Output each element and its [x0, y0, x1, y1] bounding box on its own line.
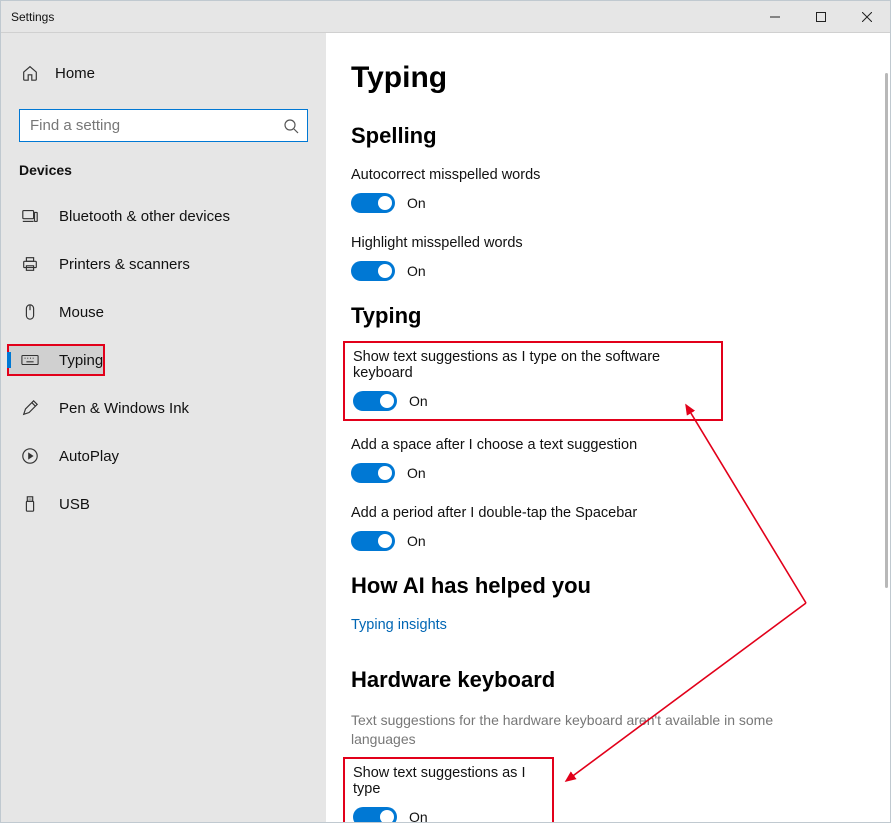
nav-home-label: Home	[55, 65, 95, 82]
window-title: Settings	[1, 10, 54, 24]
toggle-suggestions[interactable]	[353, 391, 397, 411]
nav-typing[interactable]: Typing	[7, 344, 105, 376]
printer-icon	[21, 255, 39, 273]
devices-icon	[21, 207, 39, 225]
setting-suggestions: Show text suggestions as I type on the s…	[353, 349, 713, 411]
setting-space: Add a space after I choose a text sugges…	[351, 437, 850, 483]
section-typing-title: Typing	[351, 303, 850, 329]
toggle-space[interactable]	[351, 463, 395, 483]
annotation-box-1: Show text suggestions as I type on the s…	[343, 341, 723, 421]
setting-highlight: Highlight misspelled words On	[351, 235, 850, 281]
hardware-desc: Text suggestions for the hardware keyboa…	[351, 711, 791, 749]
setting-label: Autocorrect misspelled words	[351, 167, 850, 183]
annotation-box-2: Show text suggestions as I type On	[343, 757, 554, 822]
keyboard-icon	[21, 351, 39, 369]
section-hardware-title: Hardware keyboard	[351, 667, 850, 693]
scrollbar[interactable]	[885, 73, 888, 588]
nav-autoplay[interactable]: AutoPlay	[1, 432, 326, 480]
setting-hw-suggestions: Show text suggestions as I type On	[353, 765, 544, 822]
sidebar: Home Devices Bluetooth & other devices P…	[1, 33, 326, 822]
setting-label: Show text suggestions as I type	[353, 765, 544, 797]
toggle-state: On	[409, 809, 428, 822]
maximize-button[interactable]	[798, 1, 844, 33]
toggle-state: On	[407, 195, 426, 211]
nav-printers[interactable]: Printers & scanners	[1, 240, 326, 288]
pen-icon	[21, 399, 39, 417]
autoplay-icon	[21, 447, 39, 465]
toggle-state: On	[407, 263, 426, 279]
setting-label: Add a period after I double-tap the Spac…	[351, 505, 850, 521]
toggle-autocorrect[interactable]	[351, 193, 395, 213]
page-title: Typing	[351, 61, 850, 95]
minimize-button[interactable]	[752, 1, 798, 33]
nav-label: Pen & Windows Ink	[59, 400, 189, 417]
nav-label: Mouse	[59, 304, 104, 321]
setting-period: Add a period after I double-tap the Spac…	[351, 505, 850, 551]
nav-label: Typing	[59, 352, 103, 369]
search-input-wrap[interactable]	[19, 109, 308, 142]
nav-label: Bluetooth & other devices	[59, 208, 230, 225]
toggle-state: On	[409, 393, 428, 409]
search-input[interactable]	[30, 117, 283, 134]
nav-bluetooth[interactable]: Bluetooth & other devices	[1, 192, 326, 240]
setting-label: Highlight misspelled words	[351, 235, 850, 251]
home-icon	[21, 64, 39, 82]
nav-mouse[interactable]: Mouse	[1, 288, 326, 336]
search-icon	[283, 118, 299, 134]
sidebar-section-header: Devices	[1, 162, 326, 192]
section-spelling-title: Spelling	[351, 123, 850, 149]
nav-pen[interactable]: Pen & Windows Ink	[1, 384, 326, 432]
nav-label: Printers & scanners	[59, 256, 190, 273]
toggle-highlight[interactable]	[351, 261, 395, 281]
usb-icon	[21, 495, 39, 513]
toggle-hw-suggestions[interactable]	[353, 807, 397, 822]
setting-label: Add a space after I choose a text sugges…	[351, 437, 850, 453]
setting-label: Show text suggestions as I type on the s…	[353, 349, 713, 381]
nav-usb[interactable]: USB	[1, 480, 326, 528]
link-typing-insights[interactable]: Typing insights	[351, 617, 850, 633]
setting-autocorrect: Autocorrect misspelled words On	[351, 167, 850, 213]
toggle-period[interactable]	[351, 531, 395, 551]
nav-label: AutoPlay	[59, 448, 119, 465]
section-ai-title: How AI has helped you	[351, 573, 850, 599]
titlebar: Settings	[1, 1, 890, 33]
nav-home[interactable]: Home	[1, 53, 326, 93]
toggle-state: On	[407, 533, 426, 549]
main-content: Typing Spelling Autocorrect misspelled w…	[326, 33, 890, 822]
close-button[interactable]	[844, 1, 890, 33]
annotation-arrows	[326, 33, 886, 822]
mouse-icon	[21, 303, 39, 321]
nav-label: USB	[59, 496, 90, 513]
toggle-state: On	[407, 465, 426, 481]
